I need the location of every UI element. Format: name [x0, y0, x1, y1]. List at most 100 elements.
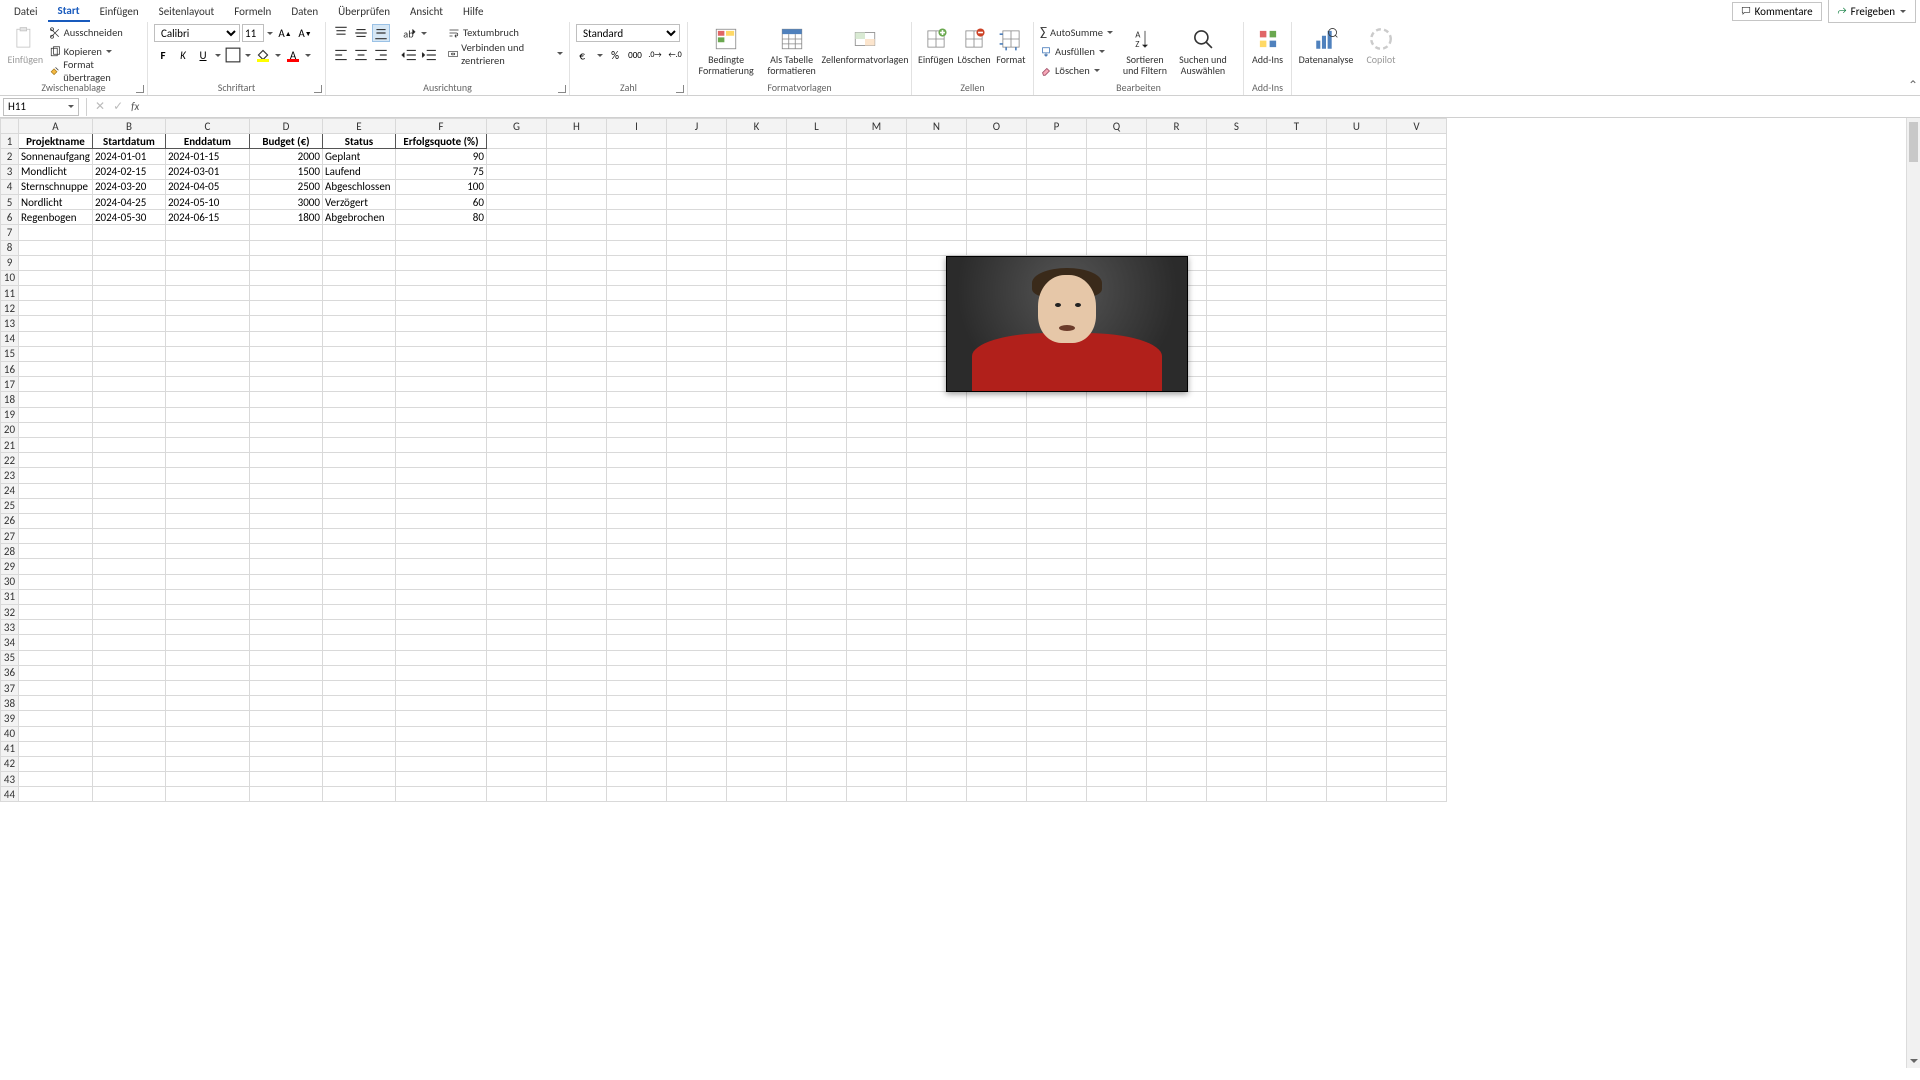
cell-B33[interactable] [92, 620, 165, 635]
cell-J18[interactable] [666, 392, 726, 407]
cell-O37[interactable] [966, 680, 1026, 695]
cell-M32[interactable] [846, 605, 906, 620]
chevron-down-icon[interactable] [214, 46, 222, 64]
cell-U2[interactable] [1326, 149, 1386, 164]
cell-E17[interactable] [322, 377, 395, 392]
cell-L22[interactable] [786, 453, 846, 468]
cell-G10[interactable] [486, 270, 546, 285]
cell-D23[interactable] [249, 468, 322, 483]
cell-V10[interactable] [1386, 270, 1446, 285]
cell-T14[interactable] [1266, 331, 1326, 346]
cell-C28[interactable] [165, 544, 249, 559]
cell-A7[interactable] [19, 225, 93, 240]
cell-E11[interactable] [322, 286, 395, 301]
cell-G33[interactable] [486, 620, 546, 635]
cell-V22[interactable] [1386, 453, 1446, 468]
decrease-indent-button[interactable] [400, 46, 418, 64]
cell-F42[interactable] [395, 756, 486, 771]
cell-A8[interactable] [19, 240, 93, 255]
cell-O5[interactable] [966, 194, 1026, 209]
cell-Q32[interactable] [1086, 605, 1146, 620]
row-header-43[interactable]: 43 [1, 772, 19, 787]
cell-M2[interactable] [846, 149, 906, 164]
cell-J19[interactable] [666, 407, 726, 422]
cell-B1[interactable]: Startdatum [92, 134, 165, 149]
cell-O40[interactable] [966, 726, 1026, 741]
cell-C16[interactable] [165, 362, 249, 377]
cell-T40[interactable] [1266, 726, 1326, 741]
cell-J44[interactable] [666, 787, 726, 802]
cell-D17[interactable] [249, 377, 322, 392]
cell-C15[interactable] [165, 346, 249, 361]
cell-S42[interactable] [1206, 756, 1266, 771]
cell-H31[interactable] [546, 589, 606, 604]
cell-H34[interactable] [546, 635, 606, 650]
cell-C5[interactable]: 2024-05-10 [165, 194, 249, 209]
cell-U41[interactable] [1326, 741, 1386, 756]
cell-B20[interactable] [92, 422, 165, 437]
cell-Q5[interactable] [1086, 194, 1146, 209]
col-header-O[interactable]: O [966, 119, 1026, 134]
cell-U37[interactable] [1326, 680, 1386, 695]
cell-I34[interactable] [606, 635, 666, 650]
cell-E23[interactable] [322, 468, 395, 483]
chevron-down-icon[interactable] [304, 46, 312, 64]
cell-G2[interactable] [486, 149, 546, 164]
cell-C17[interactable] [165, 377, 249, 392]
cell-F2[interactable]: 90 [395, 149, 486, 164]
cell-M3[interactable] [846, 164, 906, 179]
cell-O28[interactable] [966, 544, 1026, 559]
cell-N25[interactable] [906, 498, 966, 513]
cell-U40[interactable] [1326, 726, 1386, 741]
cell-O32[interactable] [966, 605, 1026, 620]
cell-H38[interactable] [546, 696, 606, 711]
align-top-button[interactable] [332, 24, 350, 42]
cell-T19[interactable] [1266, 407, 1326, 422]
cell-K32[interactable] [726, 605, 786, 620]
cell-L1[interactable] [786, 134, 846, 149]
cell-B17[interactable] [92, 377, 165, 392]
cell-E29[interactable] [322, 559, 395, 574]
cell-G36[interactable] [486, 665, 546, 680]
cell-G12[interactable] [486, 301, 546, 316]
cell-G34[interactable] [486, 635, 546, 650]
cell-Q31[interactable] [1086, 589, 1146, 604]
cell-S41[interactable] [1206, 741, 1266, 756]
cell-U17[interactable] [1326, 377, 1386, 392]
cell-T29[interactable] [1266, 559, 1326, 574]
cell-S38[interactable] [1206, 696, 1266, 711]
cell-L44[interactable] [786, 787, 846, 802]
cell-A1[interactable]: Projektname [19, 134, 93, 149]
cell-J20[interactable] [666, 422, 726, 437]
cell-F36[interactable] [395, 665, 486, 680]
cell-R37[interactable] [1146, 680, 1206, 695]
cell-L3[interactable] [786, 164, 846, 179]
row-header-17[interactable]: 17 [1, 377, 19, 392]
cell-A13[interactable] [19, 316, 93, 331]
cell-R18[interactable] [1146, 392, 1206, 407]
cell-V32[interactable] [1386, 605, 1446, 620]
cell-D27[interactable] [249, 529, 322, 544]
cell-C24[interactable] [165, 483, 249, 498]
cell-U20[interactable] [1326, 422, 1386, 437]
cell-V18[interactable] [1386, 392, 1446, 407]
cell-N29[interactable] [906, 559, 966, 574]
cell-T23[interactable] [1266, 468, 1326, 483]
cell-V24[interactable] [1386, 483, 1446, 498]
cell-C7[interactable] [165, 225, 249, 240]
cell-S22[interactable] [1206, 453, 1266, 468]
cell-C41[interactable] [165, 741, 249, 756]
cell-G42[interactable] [486, 756, 546, 771]
cell-Q35[interactable] [1086, 650, 1146, 665]
cell-H29[interactable] [546, 559, 606, 574]
cell-T31[interactable] [1266, 589, 1326, 604]
clear-button[interactable]: Löschen [1040, 62, 1114, 79]
cell-A12[interactable] [19, 301, 93, 316]
cell-B2[interactable]: 2024-01-01 [92, 149, 165, 164]
enter-formula-icon[interactable]: ✓ [109, 99, 127, 114]
col-header-U[interactable]: U [1326, 119, 1386, 134]
cell-R28[interactable] [1146, 544, 1206, 559]
cell-S28[interactable] [1206, 544, 1266, 559]
cell-B18[interactable] [92, 392, 165, 407]
cell-D33[interactable] [249, 620, 322, 635]
